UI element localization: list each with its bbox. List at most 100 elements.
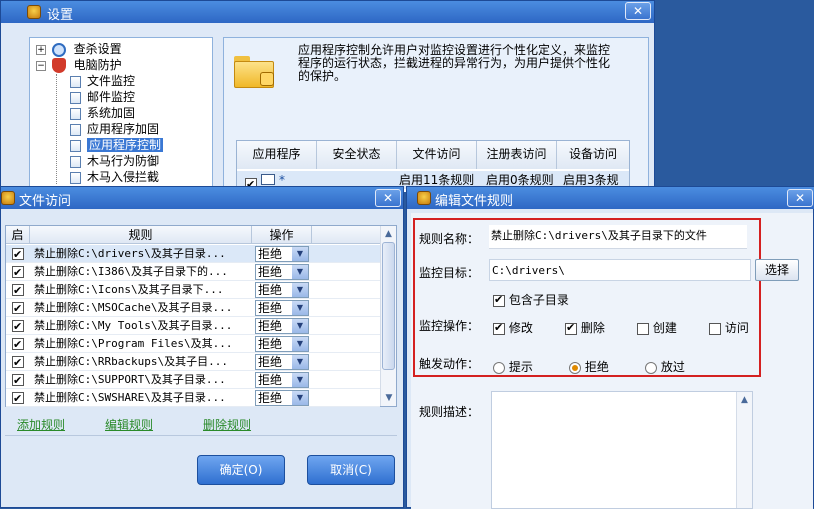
edit-rule-close-button[interactable]: ✕ [787,189,813,207]
trigger-deny-radio[interactable] [569,361,581,374]
tree-item-trojan-behavior[interactable]: 木马行为防御 [70,153,163,169]
rule-row[interactable]: 禁止删除C:\SUPPORT\及其子目录... 拒绝 ▼ [6,371,380,390]
rule-enable-checkbox[interactable] [12,372,24,390]
rule-row[interactable]: 禁止删除C:\RRbackups\及其子目... 拒绝 ▼ [6,353,380,372]
rule-text: 禁止删除C:\RRbackups\及其子目... [34,355,228,368]
cancel-button[interactable]: 取消(C) [307,455,395,485]
rule-row[interactable]: 禁止删除C:\MSOCache\及其子目录... 拒绝 ▼ [6,299,380,318]
chevron-down-icon[interactable]: ▼ [292,319,308,333]
rule-action-select[interactable]: 拒绝 ▼ [255,264,309,280]
chevron-down-icon[interactable]: ▼ [292,391,308,405]
trigger-prompt[interactable]: 提示 [493,358,533,375]
trigger-allow[interactable]: 放过 [645,358,685,375]
tree-collapse-icon[interactable]: − [36,60,46,71]
rule-text: 禁止删除C:\MSOCache\及其子目录... [34,301,233,314]
operation-label: 监控操作： [419,319,480,333]
tree-item-scan-settings[interactable]: + 查杀设置 [36,41,122,57]
tree-expand-icon[interactable]: + [36,44,46,55]
rule-enable-checkbox[interactable] [12,246,24,264]
ok-button[interactable]: 确定(O) [197,455,285,485]
col-enable[interactable]: 启用 [6,226,30,260]
edit-rule-link[interactable]: 编辑规则 [105,416,153,433]
tree-item-trojan-intrusion[interactable]: 木马入侵拦截 [70,169,163,185]
description-label: 规则描述： [419,405,480,419]
trigger-deny[interactable]: 拒绝 [569,358,609,375]
op-access[interactable]: 访问 [709,319,749,336]
rule-action-select[interactable]: 拒绝 ▼ [255,372,309,388]
rule-action-select[interactable]: 拒绝 ▼ [255,336,309,352]
rule-row[interactable]: 禁止删除C:\I386\及其子目录下的... 拒绝 ▼ [6,263,380,282]
col-rule[interactable]: 规则 [30,226,252,243]
rule-row[interactable]: 禁止删除C:\My Tools\及其子目录... 拒绝 ▼ [6,317,380,336]
rule-enable-checkbox[interactable] [12,264,24,282]
delete-rule-link[interactable]: 删除规则 [203,416,251,433]
scroll-up-arrow-icon[interactable]: ▲ [737,392,752,408]
settings-titlebar[interactable]: 设置 ✕ [1,1,654,23]
rule-row[interactable]: 禁止删除C:\SWSHARE\及其子目录... 拒绝 ▼ [6,389,380,408]
rule-row[interactable]: 禁止删除C:\Icons\及其子目录下... 拒绝 ▼ [6,281,380,300]
tree-item-app-hardening[interactable]: 应用程序加固 [70,121,163,137]
rule-row[interactable]: 禁止删除C:\Program Files\及其... 拒绝 ▼ [6,335,380,354]
tree-item-system-hardening[interactable]: 系统加固 [70,105,163,121]
description-textarea[interactable]: ▲ [491,391,753,509]
scroll-thumb[interactable] [382,242,395,370]
rule-enable-checkbox[interactable] [12,318,24,336]
trigger-prompt-label: 提示 [508,360,533,374]
rule-enable-checkbox[interactable] [12,354,24,372]
col-file-access[interactable]: 文件访问 [397,141,477,169]
rule-name-field[interactable]: 禁止删除C:\drivers\及其子目录下的文件 [489,225,747,249]
rule-action-select[interactable]: 拒绝 ▼ [255,246,309,262]
chevron-down-icon[interactable]: ▼ [292,373,308,387]
rule-row[interactable]: 禁止删除C:\drivers\及其子目录... 拒绝 ▼ [6,245,380,264]
browse-button[interactable]: 选择 [755,259,799,281]
op-create-checkbox[interactable] [637,322,649,335]
rules-scrollbar[interactable]: ▲ ▼ [380,226,396,406]
chevron-down-icon[interactable]: ▼ [292,337,308,351]
rule-action-select[interactable]: 拒绝 ▼ [255,318,309,334]
rule-enable-checkbox[interactable] [12,300,24,318]
col-security-status[interactable]: 安全状态 [317,141,397,169]
rule-enable-checkbox[interactable] [12,390,24,408]
col-action[interactable]: 操作 [252,226,312,243]
chevron-down-icon[interactable]: ▼ [292,301,308,315]
col-registry-access[interactable]: 注册表访问 [477,141,557,169]
include-subdirs-checkbox[interactable] [493,293,505,307]
tree-item-app-control[interactable]: 应用程序控制 [70,137,164,153]
include-subdirs[interactable]: 包含子目录 [493,291,569,308]
op-delete[interactable]: 删除 [565,319,605,336]
tree-item-pc-protection[interactable]: − 电脑防护 [36,57,122,73]
rule-action-select[interactable]: 拒绝 ▼ [255,390,309,406]
col-app[interactable]: 应用程序 [237,141,317,169]
scroll-down-arrow-icon[interactable]: ▼ [381,390,397,406]
col-device-access[interactable]: 设备访问 [557,141,629,169]
description-scrollbar[interactable]: ▲ [736,392,752,508]
file-access-close-button[interactable]: ✕ [375,189,401,207]
file-access-titlebar[interactable]: 文件访问 ✕ [1,187,403,209]
target-field[interactable]: C:\drivers\ [489,259,751,281]
edit-rule-form: 规则名称： 禁止删除C:\drivers\及其子目录下的文件 监控目标： C:\… [411,213,813,509]
tree-item-file-monitor[interactable]: 文件监控 [70,73,163,89]
op-modify[interactable]: 修改 [493,319,533,336]
chevron-down-icon[interactable]: ▼ [292,265,308,279]
chevron-down-icon[interactable]: ▼ [292,283,308,297]
rule-action-select[interactable]: 拒绝 ▼ [255,300,309,316]
tree-item-label: 查杀设置 [73,42,122,56]
settings-close-button[interactable]: ✕ [625,2,651,20]
edit-rule-titlebar[interactable]: 编辑文件规则 ✕ [407,187,814,209]
rule-enable-checkbox[interactable] [12,336,24,354]
chevron-down-icon[interactable]: ▼ [292,355,308,369]
op-create[interactable]: 创建 [637,319,677,336]
chevron-down-icon[interactable]: ▼ [292,247,308,261]
op-modify-checkbox[interactable] [493,321,505,335]
rule-action-select[interactable]: 拒绝 ▼ [255,282,309,298]
scroll-up-arrow-icon[interactable]: ▲ [381,226,396,242]
add-rule-link[interactable]: 添加规则 [17,416,65,433]
op-delete-checkbox[interactable] [565,321,577,335]
trigger-allow-radio[interactable] [645,361,657,374]
op-access-checkbox[interactable] [709,322,721,335]
rule-text: 禁止删除C:\Program Files\及其... [34,337,233,350]
rule-action-select[interactable]: 拒绝 ▼ [255,354,309,370]
trigger-prompt-radio[interactable] [493,361,505,374]
tree-item-mail-monitor[interactable]: 邮件监控 [70,89,163,105]
rule-enable-checkbox[interactable] [12,282,24,300]
